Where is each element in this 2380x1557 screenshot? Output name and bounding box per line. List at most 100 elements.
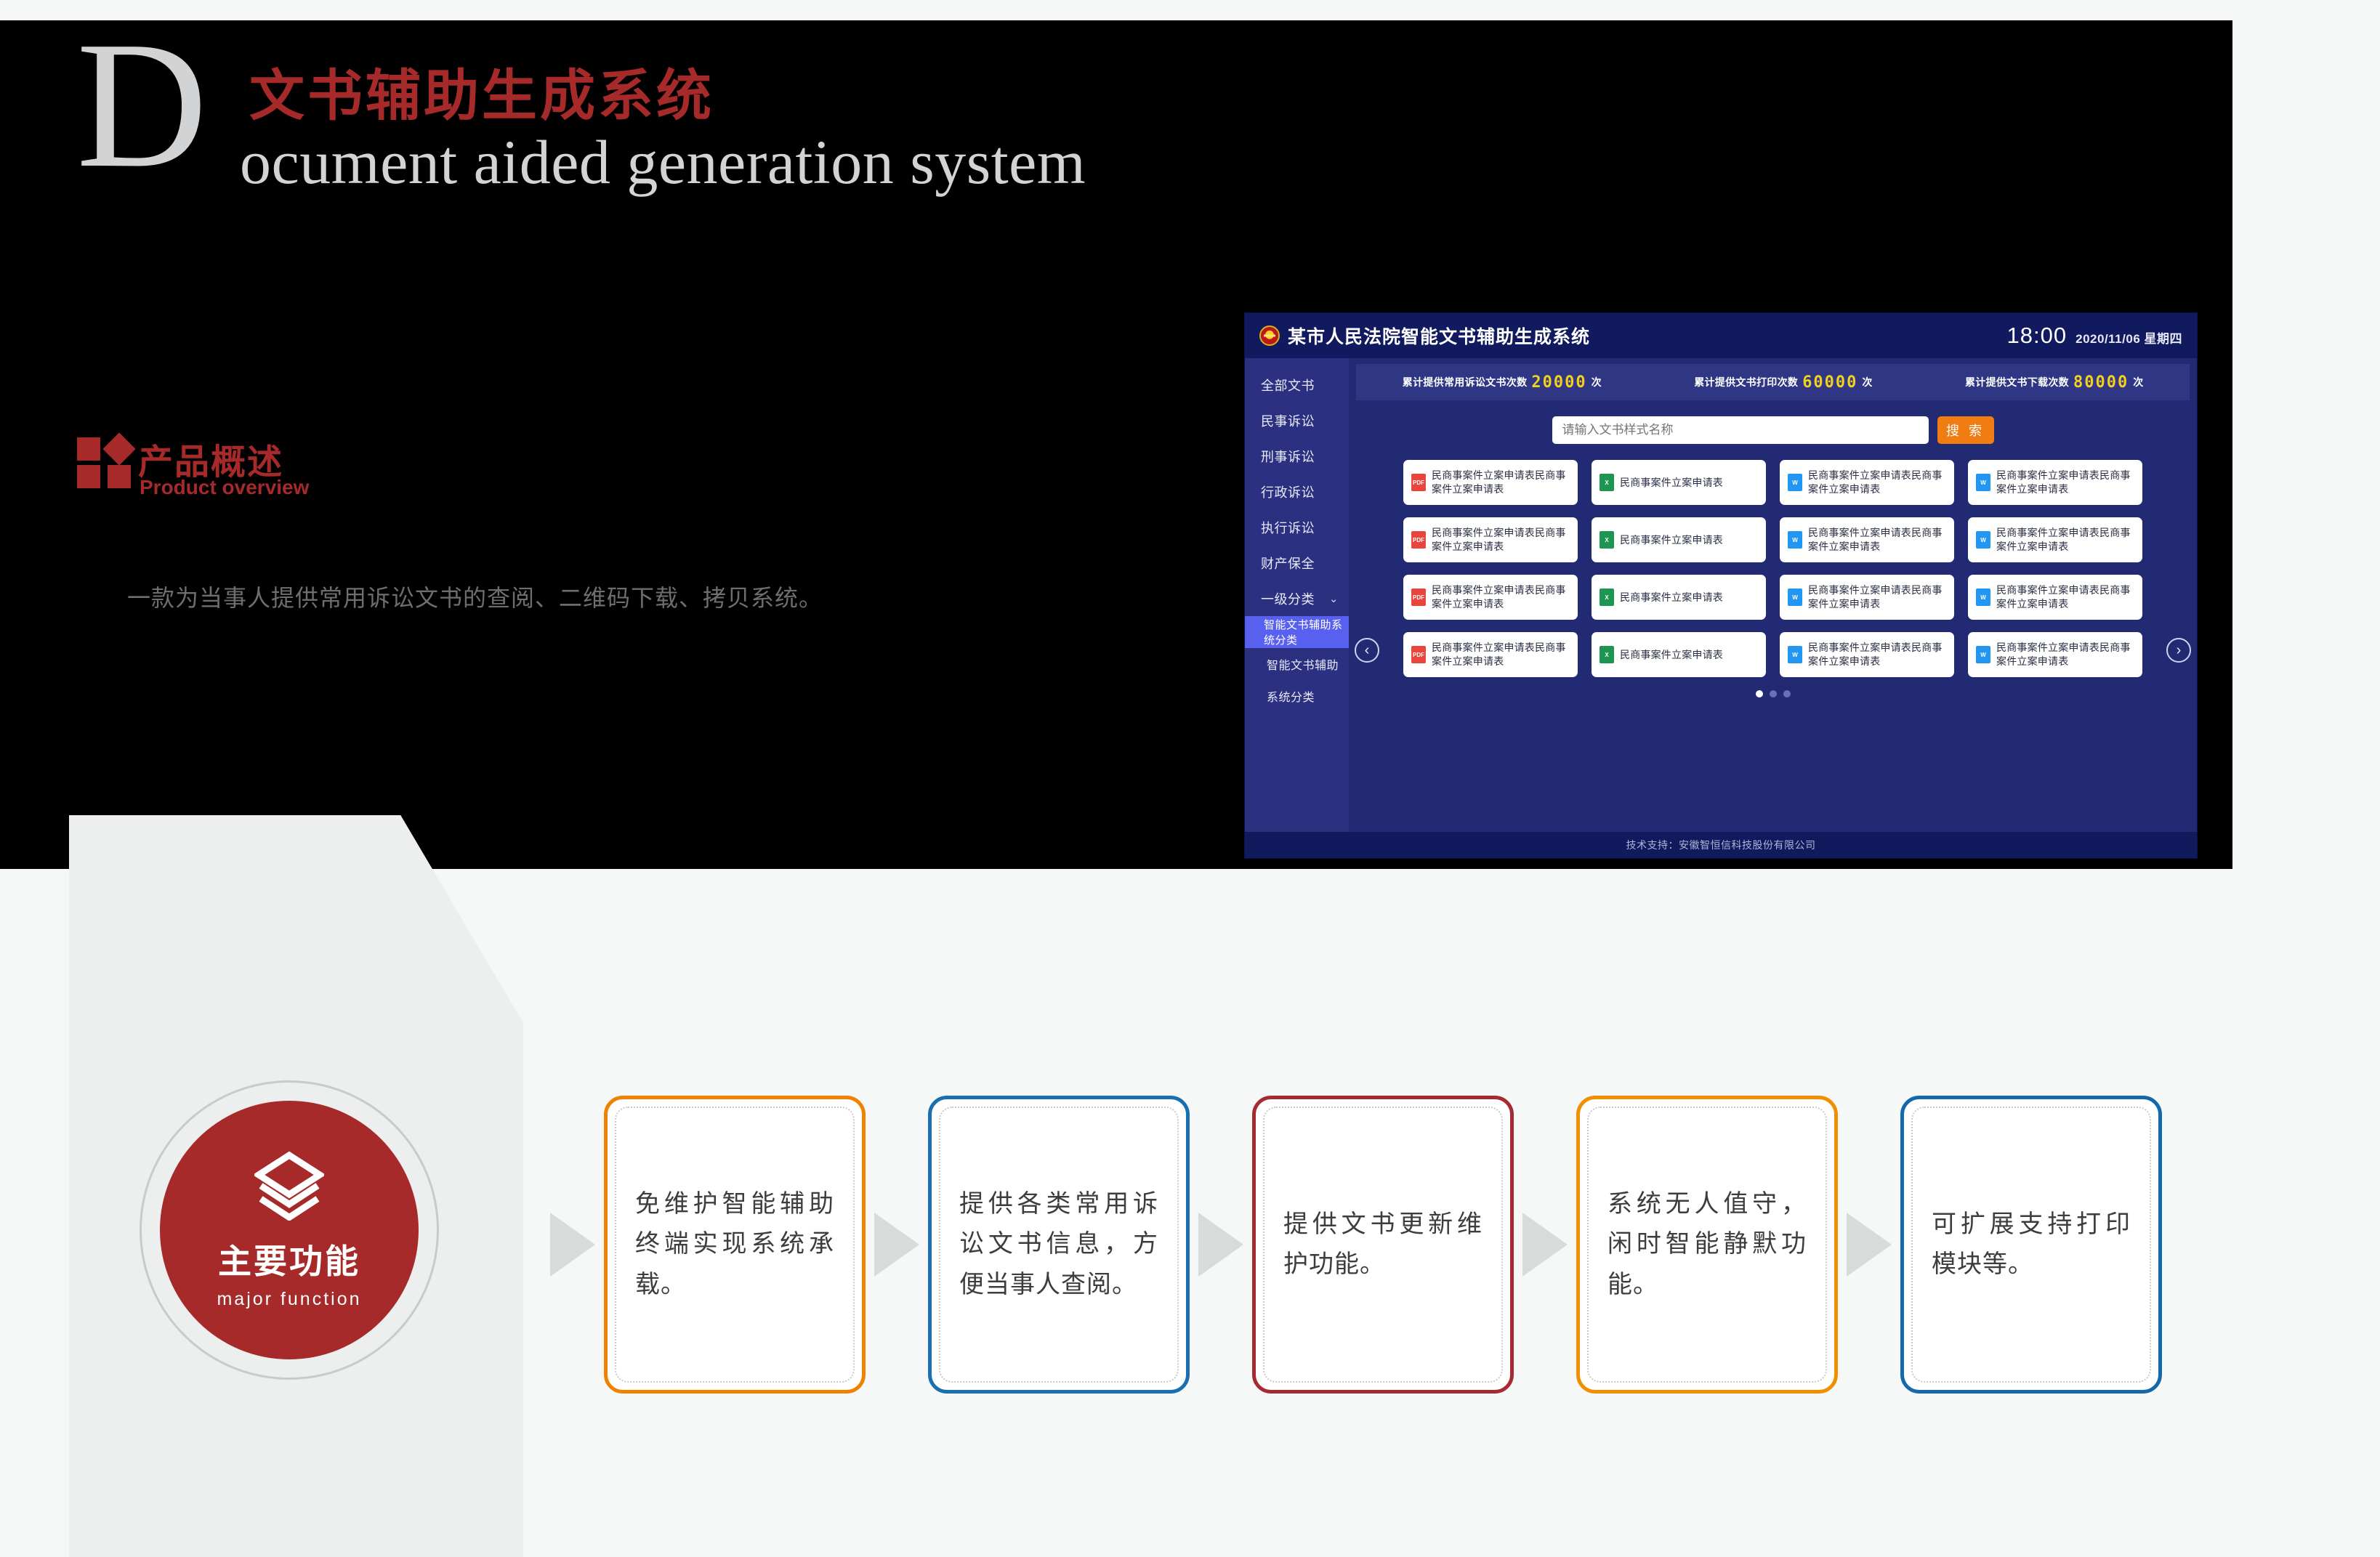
carousel-next-icon[interactable]: › <box>2166 638 2191 663</box>
document-card-grid: PDF 民商事案件立案申请表民商事案件立案申请表 X 民商事案件立案申请表 W 民商事案件… <box>1349 444 2197 677</box>
feature-box-4: 系统无人值守，闲时智能静默功能。 <box>1576 1096 1838 1394</box>
major-function-badge: 主要功能 major function <box>140 1080 439 1380</box>
app-preview: 某市人民法院智能文书辅助生成系统 18:00 2020/11/06 星期四 全部… <box>1245 313 2197 858</box>
stat-label: 累计提供常用诉讼文书次数 <box>1402 376 1528 388</box>
pagination-dot[interactable] <box>1769 690 1777 697</box>
document-card[interactable]: PDF 民商事案件立案申请表民商事案件立案申请表 <box>1403 575 1578 620</box>
sidebar-item-1[interactable]: 民事诉讼 <box>1245 403 1349 438</box>
search-input[interactable] <box>1552 416 1929 444</box>
feature-flow: 免维护智能辅助终端实现系统承载。 提供各类常用诉讼文书信息，方便当事人查阅。 提供文… <box>541 1096 2162 1394</box>
document-card[interactable]: X 民商事案件立案申请表 <box>1592 460 1766 505</box>
feature-box-inner: 免维护智能辅助终端实现系统承载。 <box>615 1107 855 1383</box>
hero-title-en: ocument aided generation system <box>240 127 1086 197</box>
sidebar-item-7[interactable]: 智能文书辅助系统分类 <box>1245 616 1349 648</box>
app-clock: 18:00 2020/11/06 星期四 <box>2007 323 2182 349</box>
stat-unit: 次 <box>2133 376 2144 388</box>
pdf-file-icon: PDF <box>1411 589 1426 606</box>
sidebar-item-9[interactable]: 系统分类 <box>1245 680 1349 712</box>
chevron-down-icon[interactable]: ⌄ <box>1329 592 1339 605</box>
pagination-dot[interactable] <box>1755 690 1763 697</box>
document-card[interactable]: W 民商事案件立案申请表民商事案件立案申请表 <box>1968 517 2142 562</box>
flow-arrow-icon <box>1847 1213 1892 1277</box>
sidebar-item-2[interactable]: 刑事诉讼 <box>1245 438 1349 474</box>
document-card-label: 民商事案件立案申请表 <box>1620 476 1723 488</box>
document-card[interactable]: PDF 民商事案件立案申请表民商事案件立案申请表 <box>1403 517 1578 562</box>
document-card[interactable]: X 民商事案件立案申请表 <box>1592 632 1766 677</box>
document-card[interactable]: W 民商事案件立案申请表民商事案件立案申请表 <box>1968 632 2142 677</box>
stat-unit: 次 <box>1591 376 1602 388</box>
stat-value: 20000 <box>1531 373 1587 392</box>
feature-box-3: 提供文书更新维护功能。 <box>1252 1096 1514 1394</box>
app-title: 某市人民法院智能文书辅助生成系统 <box>1288 327 1591 347</box>
document-card-label: 民商事案件立案申请表民商事案件立案申请表 <box>1432 642 1566 667</box>
app-main: 累计提供常用诉讼文书次数 20000 次累计提供文书打印次数 60000 次累计提供文书… <box>1349 358 2197 832</box>
sidebar-item-label: 刑事诉讼 <box>1261 449 1315 464</box>
hero-drop-cap: D <box>76 4 208 206</box>
document-card-label: 民商事案件立案申请表 <box>1620 591 1723 603</box>
sidebar-item-4[interactable]: 执行诉讼 <box>1245 509 1349 545</box>
stat-label: 累计提供文书下载次数 <box>1964 376 2069 388</box>
app-body: 全部文书 民事诉讼 刑事诉讼 行政诉讼 执行诉讼 财产保全 一级分类 ⌄ 智能文书辅助系统分类智… <box>1245 358 2197 832</box>
carousel-prev-icon[interactable]: ‹ <box>1355 638 1379 663</box>
sidebar-item-label: 系统分类 <box>1267 692 1315 704</box>
search-button[interactable]: 搜 索 <box>1937 416 1994 444</box>
stat-label: 累计提供文书打印次数 <box>1694 376 1799 388</box>
feature-box-inner: 系统无人值守，闲时智能静默功能。 <box>1587 1107 1827 1383</box>
doc-file-icon: W <box>1976 646 1990 663</box>
pagination-dot[interactable] <box>1783 690 1791 697</box>
app-footer: 技术支持：安徽智恒信科技股份有限公司 <box>1245 832 2197 858</box>
doc-file-icon: W <box>1976 531 1990 549</box>
document-card[interactable]: W 民商事案件立案申请表民商事案件立案申请表 <box>1780 517 1954 562</box>
feature-box-2: 提供各类常用诉讼文书信息，方便当事人查阅。 <box>928 1096 1190 1394</box>
flow-arrow-icon-lead <box>550 1213 595 1277</box>
national-emblem-icon <box>1259 325 1280 346</box>
document-card-label: 民商事案件立案申请表民商事案件立案申请表 <box>1432 527 1566 552</box>
stats-bar: 累计提供常用诉讼文书次数 20000 次累计提供文书打印次数 60000 次累计提供文书… <box>1356 364 2190 400</box>
flow-arrow-icon <box>1198 1213 1243 1277</box>
sidebar-item-0[interactable]: 全部文书 <box>1245 367 1349 403</box>
search-row: 搜 索 <box>1349 416 2197 444</box>
sidebar-item-8[interactable]: 智能文书辅助 <box>1245 648 1349 680</box>
feature-box-inner: 提供各类常用诉讼文书信息，方便当事人查阅。 <box>939 1107 1179 1383</box>
document-card[interactable]: W 民商事案件立案申请表民商事案件立案申请表 <box>1780 575 1954 620</box>
feature-text: 可扩展支持打印模块等。 <box>1932 1210 2131 1278</box>
doc-file-icon: W <box>1788 474 1802 491</box>
sidebar-item-label: 行政诉讼 <box>1261 485 1315 500</box>
sidebar-item-6[interactable]: 一级分类 ⌄ <box>1245 581 1349 616</box>
document-card[interactable]: PDF 民商事案件立案申请表民商事案件立案申请表 <box>1403 632 1578 677</box>
xls-file-icon: X <box>1600 531 1614 549</box>
xls-file-icon: X <box>1600 474 1614 491</box>
feature-text: 免维护智能辅助终端实现系统承载。 <box>635 1190 834 1298</box>
sidebar-item-label: 财产保全 <box>1261 556 1315 571</box>
app-date: 2020/11/06 星期四 <box>2076 332 2182 346</box>
document-card[interactable]: W 民商事案件立案申请表民商事案件立案申请表 <box>1780 632 1954 677</box>
doc-file-icon: W <box>1788 531 1802 549</box>
document-card-label: 民商事案件立案申请表民商事案件立案申请表 <box>1808 642 1943 667</box>
feature-box-1: 免维护智能辅助终端实现系统承载。 <box>604 1096 866 1394</box>
flow-arrow-icon <box>874 1213 919 1277</box>
doc-file-icon: W <box>1976 474 1990 491</box>
stat-item-0: 累计提供常用诉讼文书次数 20000 次 <box>1403 373 1602 392</box>
document-card[interactable]: X 民商事案件立案申请表 <box>1592 517 1766 562</box>
document-card-label: 民商事案件立案申请表民商事案件立案申请表 <box>1996 527 2131 552</box>
carousel-pagination[interactable] <box>1349 690 2197 697</box>
badge-title-cn: 主要功能 <box>218 1242 360 1280</box>
xls-file-icon: X <box>1600 589 1614 606</box>
document-card[interactable]: W 民商事案件立案申请表民商事案件立案申请表 <box>1780 460 1954 505</box>
document-card-label: 民商事案件立案申请表民商事案件立案申请表 <box>1808 469 1943 495</box>
document-card-label: 民商事案件立案申请表民商事案件立案申请表 <box>1996 584 2131 610</box>
sidebar-item-5[interactable]: 财产保全 <box>1245 545 1349 581</box>
stat-item-1: 累计提供文书打印次数 60000 次 <box>1694 373 1872 392</box>
app-footer-text: 技术支持：安徽智恒信科技股份有限公司 <box>1626 839 1816 851</box>
product-overview-subtitle: Product overview <box>140 476 310 498</box>
pdf-file-icon: PDF <box>1411 474 1426 491</box>
document-card[interactable]: W 民商事案件立案申请表民商事案件立案申请表 <box>1968 575 2142 620</box>
document-card[interactable]: PDF 民商事案件立案申请表民商事案件立案申请表 <box>1403 460 1578 505</box>
pdf-file-icon: PDF <box>1411 646 1426 663</box>
document-card[interactable]: W 民商事案件立案申请表民商事案件立案申请表 <box>1968 460 2142 505</box>
document-card[interactable]: X 民商事案件立案申请表 <box>1592 575 1766 620</box>
app-sidebar: 全部文书 民事诉讼 刑事诉讼 行政诉讼 执行诉讼 财产保全 一级分类 ⌄ 智能文书辅助系统分类智… <box>1245 358 1349 832</box>
app-time: 18:00 <box>2006 323 2068 348</box>
app-header: 某市人民法院智能文书辅助生成系统 18:00 2020/11/06 星期四 <box>1245 313 2197 358</box>
sidebar-item-3[interactable]: 行政诉讼 <box>1245 474 1349 509</box>
